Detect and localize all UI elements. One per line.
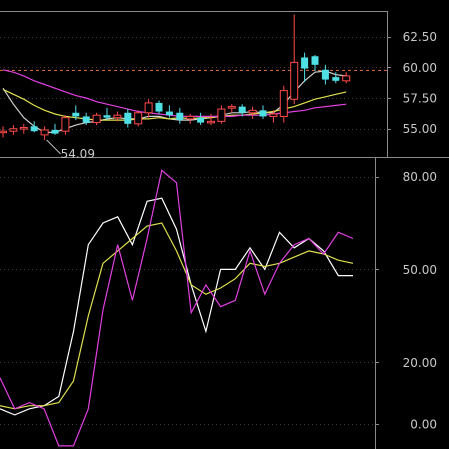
candle-body xyxy=(321,69,329,80)
candle-body xyxy=(332,77,340,81)
candle-body xyxy=(103,115,111,118)
candle-body xyxy=(61,117,70,132)
candle-body xyxy=(248,109,257,114)
price-tick-label: 62.50 xyxy=(403,30,437,44)
candle-body xyxy=(207,120,215,124)
candle-body xyxy=(290,61,299,100)
candle-body xyxy=(311,56,319,65)
stock-chart: 62.50 60.00 57.50 55.00 54.09 80.00 50.00 20.… xyxy=(0,11,449,449)
candle-body xyxy=(186,115,195,120)
indicator-gridlines xyxy=(0,177,375,425)
candle xyxy=(227,104,236,113)
candle-body xyxy=(72,112,80,117)
candle-body xyxy=(227,106,236,109)
candle xyxy=(61,115,70,135)
indicator-line xyxy=(0,222,354,410)
candlesticks xyxy=(0,14,351,140)
candle-body xyxy=(217,108,226,122)
candle-body xyxy=(0,130,7,134)
price-tick-label: 57.50 xyxy=(403,92,437,106)
candle xyxy=(30,121,38,133)
candle xyxy=(207,113,215,126)
candle xyxy=(155,100,163,114)
candle xyxy=(9,125,18,135)
candle-body xyxy=(279,90,288,117)
candle xyxy=(311,55,319,71)
candle xyxy=(279,85,288,123)
candle-body xyxy=(82,116,90,123)
candle-body xyxy=(51,129,59,134)
candle xyxy=(342,72,351,84)
price-gridlines xyxy=(0,37,387,130)
indicator-lines xyxy=(0,169,354,447)
indicator-line xyxy=(0,197,353,416)
candle xyxy=(176,107,184,124)
candle-body xyxy=(144,102,153,114)
candle-body xyxy=(176,112,184,121)
indicator-tick-label: 0.00 xyxy=(410,418,437,432)
candle xyxy=(19,123,28,134)
indicator-line xyxy=(0,169,354,447)
candle-body xyxy=(92,114,101,124)
candle-body xyxy=(113,114,122,119)
candle-body xyxy=(238,106,246,113)
candle-body xyxy=(40,129,49,136)
candle xyxy=(124,109,132,128)
indicator-tick-label: 80.00 xyxy=(403,170,437,184)
candle xyxy=(301,52,309,83)
candle xyxy=(321,64,329,85)
price-axis: 62.50 60.00 57.50 55.00 xyxy=(387,30,437,136)
candle-body xyxy=(9,128,18,132)
candle xyxy=(40,126,49,140)
indicator-tick-label: 50.00 xyxy=(403,263,437,277)
candle xyxy=(144,99,153,118)
indicator-pane: 80.00 50.00 20.00 0.00 xyxy=(0,169,437,447)
chart-frame xyxy=(0,11,449,449)
candle-body xyxy=(155,102,163,112)
candle-body xyxy=(165,111,173,116)
price-pane: 62.50 60.00 57.50 55.00 54.09 xyxy=(0,14,437,161)
candle xyxy=(290,14,299,105)
candle-body xyxy=(19,127,28,130)
candle-body xyxy=(259,110,267,117)
indicator-tick-label: 20.00 xyxy=(403,356,437,370)
indicator-axis: 80.00 50.00 20.00 0.00 xyxy=(375,170,437,432)
candle xyxy=(248,106,257,119)
candle xyxy=(217,105,226,124)
candle-body xyxy=(134,112,143,125)
candle-body xyxy=(342,75,351,82)
price-tick-label: 55.00 xyxy=(403,122,437,136)
low-annotation-arrow xyxy=(46,139,61,155)
candle-body xyxy=(124,112,132,124)
candle xyxy=(186,113,195,124)
candle-body xyxy=(301,57,309,69)
candle xyxy=(134,110,143,127)
candle-body xyxy=(269,113,278,117)
price-tick-label: 60.00 xyxy=(403,61,437,75)
candle xyxy=(92,112,101,126)
candle xyxy=(0,126,7,138)
low-annotation-label: 54.09 xyxy=(61,147,95,161)
candle-body xyxy=(197,117,205,123)
candle xyxy=(197,112,205,126)
candle-body xyxy=(30,126,38,132)
candle xyxy=(259,105,267,119)
